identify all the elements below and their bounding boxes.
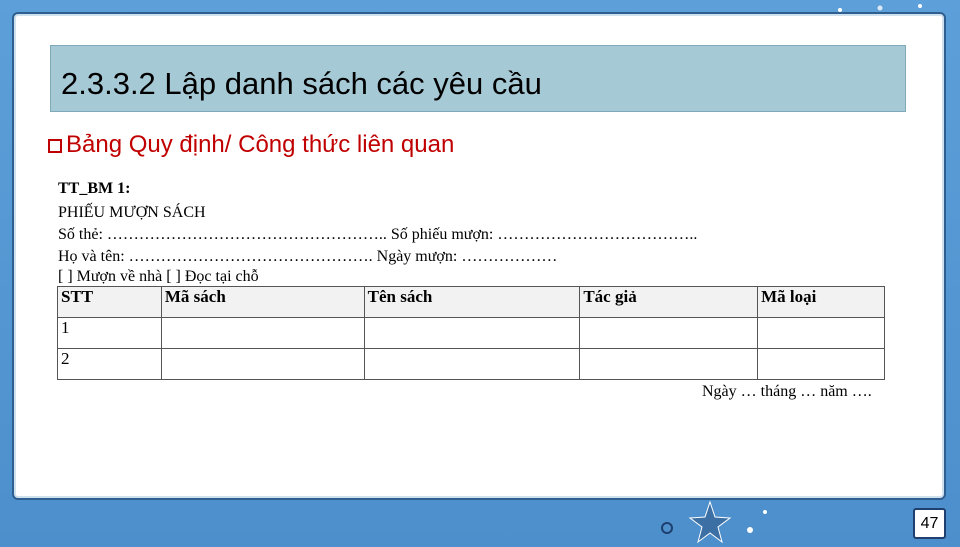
form-line-loan-type: [ ] Mượn về nhà [ ] Đọc tại chỗ	[58, 268, 259, 285]
table-cell	[160, 348, 365, 380]
subtitle: Bảng Quy định/ Công thức liên quan	[48, 131, 454, 159]
form-code: TT_BM 1:	[58, 180, 131, 197]
table-cell	[160, 317, 365, 349]
title-bar: 2.3.3.2 Lập danh sách các yêu cầu	[50, 45, 906, 112]
form-heading: PHIẾU MƯỢN SÁCH	[58, 204, 206, 221]
slide-title: 2.3.3.2 Lập danh sách các yêu cầu	[61, 66, 542, 101]
table-cell: 2	[57, 348, 162, 380]
table-header-row: STT Mã sách Tên sách Tác giả Mã loại	[57, 286, 885, 318]
table-cell	[579, 317, 759, 349]
table-row: 2	[57, 348, 885, 380]
table-header-cell: STT	[57, 286, 162, 318]
table-cell	[579, 348, 759, 380]
form-date-line: Ngày … tháng … năm ….	[702, 383, 872, 400]
subtitle-text: Bảng Quy định/ Công thức liên quan	[66, 131, 455, 158]
table-cell: 1	[57, 317, 162, 349]
table-row: 1	[57, 317, 885, 349]
table-cell	[757, 317, 885, 349]
form-line-name: Họ và tên: ………………………………………. Ngày mượn: ……	[58, 248, 558, 265]
page-number-badge: 47	[913, 508, 946, 539]
table-header-cell: Mã sách	[160, 286, 365, 318]
table-header-cell: Tác giả	[579, 286, 759, 318]
table-cell	[757, 348, 885, 380]
table-header-cell: Tên sách	[363, 286, 581, 318]
checkbox-bullet-icon	[48, 139, 62, 153]
table-cell	[363, 348, 581, 380]
loan-table: STT Mã sách Tên sách Tác giả Mã loại 1 2	[57, 286, 885, 380]
table-cell	[363, 317, 581, 349]
form-line-card: Số thẻ: …………………………………………….. Số phiếu mượ…	[58, 226, 698, 243]
table-header-cell: Mã loại	[757, 286, 885, 318]
